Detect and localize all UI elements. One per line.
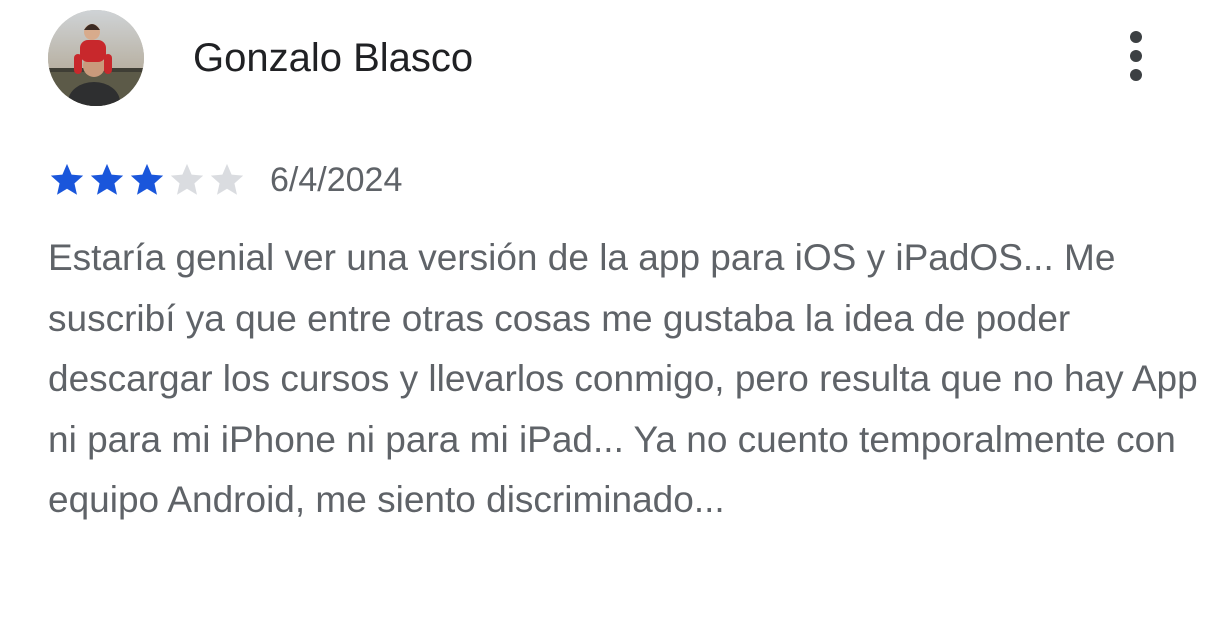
review-date: 6/4/2024	[270, 161, 403, 199]
avatar[interactable]	[48, 10, 144, 106]
more-vert-icon	[1130, 31, 1142, 43]
rating-row: 6/4/2024	[48, 156, 402, 204]
review-card: Gonzalo Blasco 6/4/2024 Estaría genial v…	[0, 0, 1220, 623]
star-filled-icon	[48, 161, 86, 199]
more-options-button[interactable]	[1108, 24, 1164, 88]
avatar-photo	[48, 10, 144, 106]
star-filled-icon	[128, 161, 166, 199]
star-filled-icon	[88, 161, 126, 199]
star-empty-icon	[208, 161, 246, 199]
more-vert-icon-dot	[1130, 69, 1142, 81]
star-empty-icon	[168, 161, 206, 199]
star-rating	[48, 161, 246, 199]
author-name: Gonzalo Blasco	[193, 36, 474, 80]
more-vert-icon-dot	[1130, 50, 1142, 62]
review-text: Estaría genial ver una versión de la app…	[48, 237, 1198, 520]
